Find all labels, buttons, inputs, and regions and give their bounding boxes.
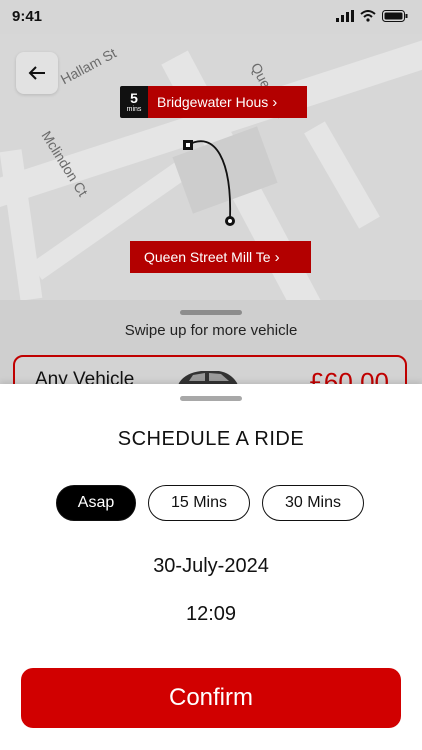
signal-icon <box>336 10 354 22</box>
confirm-button[interactable]: Confirm <box>21 668 401 728</box>
arrow-left-icon <box>28 66 45 80</box>
sheet-title: SCHEDULE A RIDE <box>117 428 305 450</box>
swipe-hint: Swipe up for more vehicle <box>124 322 298 339</box>
battery-icon <box>382 10 408 22</box>
date-picker[interactable]: 30-July-2024 <box>0 555 422 578</box>
eta-badge: 5 mins <box>120 86 148 118</box>
eta-number: 5 <box>130 89 138 106</box>
status-time: 9:41 <box>12 8 43 25</box>
status-icons <box>336 10 408 22</box>
time-options: Asap 15 Mins 30 Mins <box>56 485 364 521</box>
destination-chip[interactable]: Queen Street Mill Te › <box>130 241 311 273</box>
pickup-name-container: Bridgewater Hous › <box>148 86 307 118</box>
chevron-right-icon: › <box>272 93 278 111</box>
time-picker[interactable]: 12:09 <box>0 603 422 626</box>
pickup-name: Bridgewater Hous <box>157 94 269 110</box>
chevron-right-icon: › <box>274 248 280 266</box>
wifi-icon <box>360 10 376 22</box>
option-asap[interactable]: Asap <box>56 485 136 521</box>
back-button[interactable] <box>16 52 58 94</box>
sheet-handle[interactable] <box>180 396 242 401</box>
option-15-mins[interactable]: 15 Mins <box>148 485 250 521</box>
map-view[interactable]: Hallam St Mclindon Ct Queen St 5 mins Br… <box>0 0 422 300</box>
destination-name: Queen Street Mill Te <box>144 249 271 265</box>
status-bar: 9:41 <box>0 0 422 34</box>
pickup-chip[interactable]: 5 mins Bridgewater Hous › <box>120 86 307 118</box>
eta-unit: mins <box>126 105 142 113</box>
panel-handle[interactable] <box>180 310 242 315</box>
option-30-mins[interactable]: 30 Mins <box>262 485 364 521</box>
